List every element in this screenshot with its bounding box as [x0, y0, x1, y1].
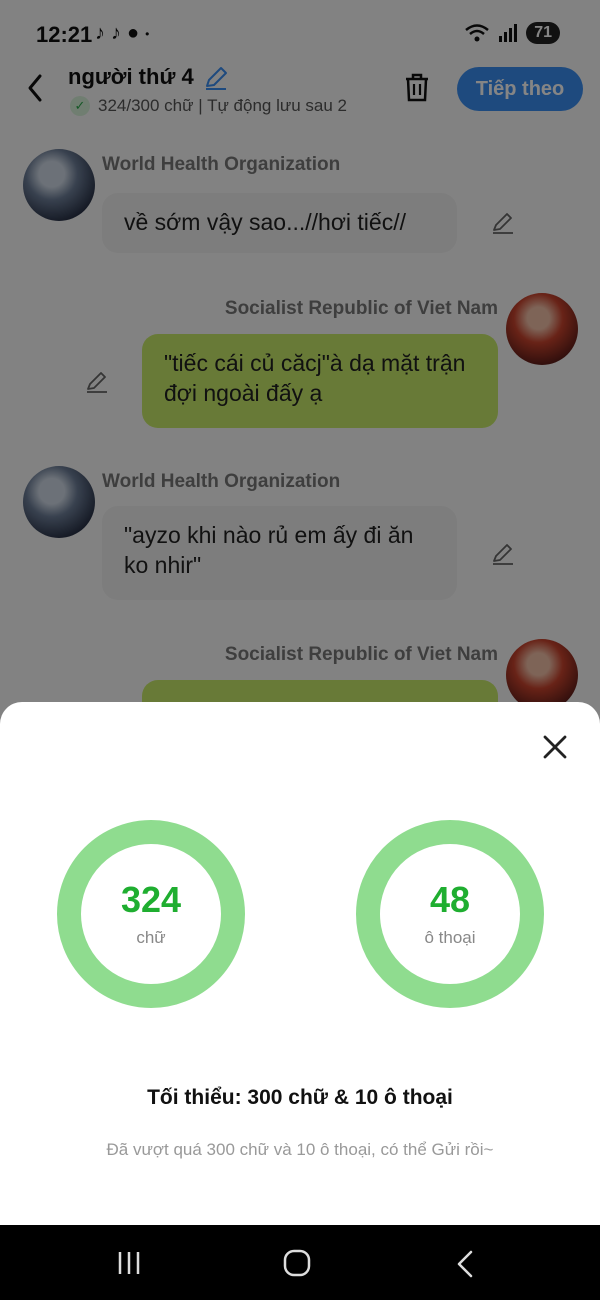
dialog-count-value: 48 — [429, 879, 471, 920]
word-count-value: 324 — [120, 879, 182, 920]
word-count-sheet: 324 chữ 48 ô thoại Tối thiểu: 300 chữ & … — [0, 702, 600, 1225]
dialog-count-ring: 48 ô thoại — [356, 820, 544, 1008]
word-count-ring: 324 chữ — [57, 820, 245, 1008]
close-icon[interactable] — [540, 732, 570, 762]
chat-editor-screen: 12:21 ♪ ♪ ● • 71 người thứ 4 ✓ 324/300 c… — [0, 0, 600, 1300]
back-nav-icon[interactable] — [455, 1249, 475, 1279]
minimum-requirement: Tối thiểu: 300 chữ & 10 ô thoại — [147, 1086, 453, 1109]
home-icon[interactable] — [283, 1249, 311, 1277]
recent-apps-icon[interactable] — [115, 1250, 143, 1276]
dialog-count-unit: ô thoại — [424, 928, 476, 947]
word-count-unit: chữ — [136, 928, 166, 947]
navigation-bar — [0, 1225, 600, 1300]
requirement-note: Đã vượt quá 300 chữ và 10 ô thoại, có th… — [106, 1140, 494, 1159]
